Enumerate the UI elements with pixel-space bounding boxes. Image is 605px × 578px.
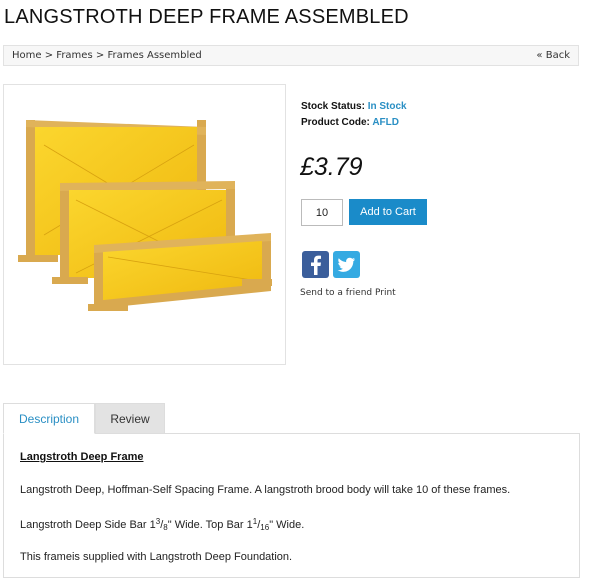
quantity-input[interactable]	[301, 199, 343, 226]
description-dimensions: Langstroth Deep Side Bar 13/8" Wide. Top…	[20, 517, 305, 532]
breadcrumb-home[interactable]: Home	[12, 50, 42, 61]
frames-photo	[18, 120, 272, 311]
send-to-friend-link[interactable]: Send to a friend	[300, 288, 372, 298]
product-code-label: Product Code:	[301, 117, 370, 128]
add-to-cart-button[interactable]: Add to Cart	[349, 199, 427, 225]
page-title: LANGSTROTH DEEP FRAME ASSEMBLED	[4, 6, 409, 28]
description-panel: Langstroth Deep Frame Langstroth Deep, H…	[3, 433, 580, 578]
facebook-icon[interactable]	[302, 251, 329, 278]
frame-front	[88, 233, 272, 311]
dimensions-text: " Wide. Top Bar 1	[167, 519, 253, 531]
description-foundation: This frameis supplied with Langstroth De…	[20, 551, 293, 563]
tab-review[interactable]: Review	[95, 403, 165, 434]
product-info: Stock Status: In Stock Product Code: AFL…	[301, 99, 407, 131]
print-link[interactable]: Print	[375, 288, 396, 298]
fraction-numerator: 1	[252, 517, 258, 526]
share-links: Send to a friend Print	[300, 288, 396, 298]
back-link[interactable]: « Back	[536, 50, 570, 61]
product-code: Product Code: AFLD	[301, 115, 407, 131]
fraction-denominator: 16	[260, 523, 270, 532]
description-heading: Langstroth Deep Frame	[20, 451, 144, 463]
breadcrumb: Home > Frames > Frames Assembled	[12, 50, 202, 61]
dimensions-text: Langstroth Deep Side Bar 1	[20, 519, 156, 531]
product-code-value: AFLD	[372, 117, 399, 128]
breadcrumb-frames[interactable]: Frames	[56, 50, 92, 61]
product-image[interactable]	[3, 84, 286, 365]
breadcrumb-bar: Home > Frames > Frames Assembled « Back	[3, 45, 579, 66]
fraction-numerator: 3	[155, 517, 161, 526]
twitter-icon[interactable]	[333, 251, 360, 278]
price: £3.79	[300, 153, 363, 181]
tab-description[interactable]: Description	[3, 403, 95, 434]
stock-status: Stock Status: In Stock	[301, 99, 407, 115]
dimensions-text: " Wide.	[269, 519, 305, 531]
stock-status-label: Stock Status:	[301, 101, 365, 112]
description-paragraph: Langstroth Deep, Hoffman-Self Spacing Fr…	[20, 484, 511, 496]
breadcrumb-current: Frames Assembled	[107, 50, 202, 61]
breadcrumb-separator: >	[44, 50, 54, 61]
stock-status-value: In Stock	[367, 101, 407, 112]
breadcrumb-separator: >	[95, 50, 105, 61]
